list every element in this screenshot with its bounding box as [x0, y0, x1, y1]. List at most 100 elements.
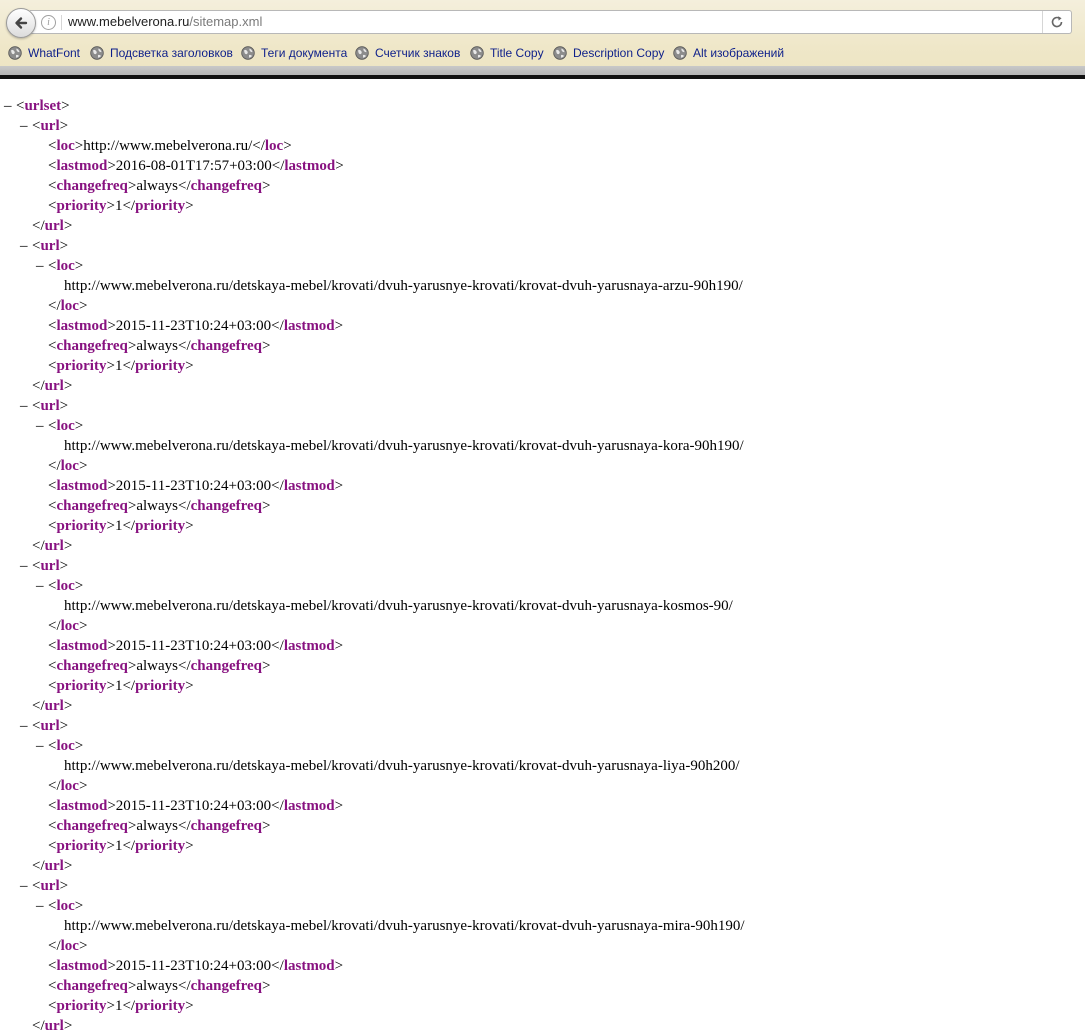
- collapse-toggle[interactable]: –: [20, 876, 32, 896]
- xml-tag-name: lastmod: [56, 478, 108, 494]
- bookmark-item[interactable]: Теги документа: [241, 43, 347, 63]
- xml-tag-name: loc: [264, 138, 284, 154]
- xml-changefreq-value: always: [136, 178, 178, 194]
- xml-lastmod-line: <lastmod>2015-11-23T10:24+03:00</lastmod…: [48, 798, 344, 814]
- collapse-toggle[interactable]: –: [36, 576, 48, 596]
- collapse-toggle[interactable]: –: [36, 256, 48, 276]
- xml-loc-value-line: http://www.mebelverona.ru/detskaya-mebel…: [64, 756, 740, 776]
- reload-button[interactable]: [1048, 13, 1066, 31]
- xml-loc-value-line: http://www.mebelverona.ru/detskaya-mebel…: [64, 436, 744, 456]
- xml-root-open: – <urlset>: [4, 96, 70, 116]
- xml-loc-value: http://www.mebelverona.ru/detskaya-mebel…: [64, 918, 745, 934]
- xml-loc-open: – <loc>: [36, 256, 84, 276]
- toolbar-border: [0, 75, 1085, 79]
- xml-loc-value: http://www.mebelverona.ru/: [83, 138, 253, 154]
- bookmark-label: Title Copy: [490, 46, 544, 60]
- xml-url-close: </url>: [32, 858, 73, 874]
- xml-tag-name: url: [40, 558, 60, 574]
- globe-icon: [355, 46, 369, 60]
- collapse-toggle[interactable]: –: [20, 116, 32, 136]
- globe-icon: [8, 46, 22, 60]
- xml-lastmod-value: 2015-11-23T10:24+03:00: [115, 318, 272, 334]
- collapse-toggle[interactable]: –: [20, 716, 32, 736]
- xml-tag-name: lastmod: [284, 158, 336, 174]
- xml-loc-value: http://www.mebelverona.ru/detskaya-mebel…: [64, 758, 740, 774]
- xml-loc-value-line: http://www.mebelverona.ru/detskaya-mebel…: [64, 596, 733, 616]
- xml-url-close: </url>: [32, 1018, 73, 1034]
- bookmark-item[interactable]: Description Copy: [553, 43, 664, 63]
- xml-tag-name: loc: [60, 618, 79, 634]
- collapse-toggle[interactable]: –: [20, 396, 32, 416]
- xml-priority-value: 1: [114, 518, 123, 534]
- xml-loc-open: – <loc>: [36, 736, 84, 756]
- xml-lastmod-value: 2015-11-23T10:24+03:00: [115, 478, 272, 494]
- xml-lastmod-line: <lastmod>2015-11-23T10:24+03:00</lastmod…: [48, 318, 344, 334]
- collapse-toggle[interactable]: –: [4, 96, 16, 116]
- xml-priority-value: 1: [114, 198, 123, 214]
- xml-tag-name: loc: [60, 298, 79, 314]
- collapse-toggle[interactable]: –: [36, 416, 48, 436]
- collapse-toggle[interactable]: –: [36, 736, 48, 756]
- xml-changefreq-line: <changefreq>always</changefreq>: [48, 978, 271, 994]
- xml-priority-line: <priority>1</priority>: [48, 358, 194, 374]
- browser-chrome: i www.mebelverona.ru/sitemap.xml WhatFon…: [0, 0, 1085, 79]
- back-arrow-icon: [15, 17, 28, 29]
- bookmark-item[interactable]: WhatFont: [8, 43, 80, 63]
- xml-tag-name: url: [40, 118, 60, 134]
- bookmark-item[interactable]: Подсветка заголовков: [90, 43, 233, 63]
- xml-tag-name: url: [40, 238, 60, 254]
- collapse-toggle[interactable]: –: [20, 236, 32, 256]
- site-info-icon[interactable]: i: [41, 15, 56, 30]
- xml-loc-open: – <loc>: [36, 416, 84, 436]
- xml-tag-name: url: [44, 538, 64, 554]
- xml-tag-name: lastmod: [283, 638, 335, 654]
- xml-changefreq-value: always: [136, 338, 178, 354]
- bookmark-item[interactable]: Alt изображений: [673, 43, 784, 63]
- xml-tag-name: loc: [56, 418, 75, 434]
- xml-loc-line: <loc>http://www.mebelverona.ru/</loc>: [48, 138, 292, 154]
- xml-tag-name: loc: [56, 578, 75, 594]
- xml-loc-value: http://www.mebelverona.ru/detskaya-mebel…: [64, 598, 733, 614]
- address-bar[interactable]: i www.mebelverona.ru/sitemap.xml: [30, 10, 1072, 34]
- xml-tag-name: url: [44, 858, 64, 874]
- back-button[interactable]: [6, 8, 36, 38]
- xml-tag-name: lastmod: [56, 798, 108, 814]
- bookmark-label: Подсветка заголовков: [110, 46, 233, 60]
- xml-changefreq-value: always: [136, 658, 178, 674]
- xml-tag-name: loc: [56, 898, 75, 914]
- collapse-toggle[interactable]: –: [36, 896, 48, 916]
- xml-tag-name: loc: [56, 138, 75, 154]
- xml-tag-name: changefreq: [190, 498, 263, 514]
- bookmark-label: Теги документа: [261, 46, 348, 60]
- xml-loc-value-line: http://www.mebelverona.ru/detskaya-mebel…: [64, 916, 745, 936]
- xml-loc-value-line: http://www.mebelverona.ru/detskaya-mebel…: [64, 276, 743, 296]
- xml-loc-open: – <loc>: [36, 896, 84, 916]
- xml-tag-name: priority: [56, 678, 107, 694]
- xml-lastmod-value: 2015-11-23T10:24+03:00: [115, 638, 272, 654]
- xml-url-close: </url>: [32, 538, 73, 554]
- xml-loc-value: http://www.mebelverona.ru/detskaya-mebel…: [64, 278, 743, 294]
- globe-icon: [673, 46, 687, 60]
- xml-tag-name: changefreq: [56, 978, 128, 994]
- xml-changefreq-line: <changefreq>always</changefreq>: [48, 178, 271, 194]
- url-text[interactable]: www.mebelverona.ru/sitemap.xml: [68, 14, 262, 29]
- xml-lastmod-line: <lastmod>2015-11-23T10:24+03:00</lastmod…: [48, 638, 344, 654]
- xml-changefreq-line: <changefreq>always</changefreq>: [48, 338, 271, 354]
- xml-tag-name: urlset: [24, 98, 62, 114]
- bookmark-item[interactable]: Счетчик знаков: [355, 43, 460, 63]
- xml-url-open: – <url>: [20, 116, 69, 136]
- xml-url-open: – <url>: [20, 396, 69, 416]
- xml-tag-name: url: [40, 718, 60, 734]
- xml-url-open: – <url>: [20, 876, 69, 896]
- xml-changefreq-line: <changefreq>always</changefreq>: [48, 658, 271, 674]
- bookmark-item[interactable]: Title Copy: [470, 43, 544, 63]
- xml-loc-close: </loc>: [48, 778, 88, 794]
- xml-tag-name: priority: [56, 358, 107, 374]
- globe-icon: [90, 46, 104, 60]
- xml-tag-name: priority: [135, 198, 186, 214]
- navigation-bar: i www.mebelverona.ru/sitemap.xml: [0, 5, 1085, 41]
- collapse-toggle[interactable]: –: [20, 556, 32, 576]
- xml-tag-name: priority: [135, 518, 186, 534]
- bookmark-label: Alt изображений: [693, 46, 785, 60]
- xml-tag-name: url: [44, 378, 64, 394]
